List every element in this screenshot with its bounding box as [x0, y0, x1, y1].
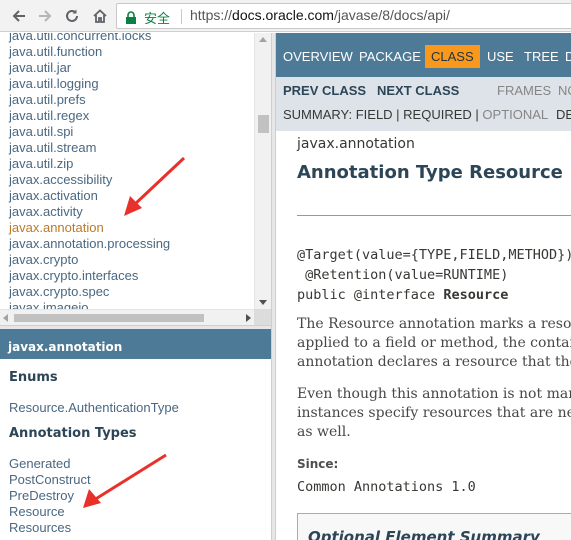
nav-package[interactable]: PACKAGE [359, 49, 421, 64]
signature-declaration: public @interface Resource [297, 285, 571, 305]
summary-required: REQUIRED [403, 107, 472, 122]
summary-line: SUMMARY: FIELD | REQUIRED | OPTIONAL [283, 107, 548, 122]
packages-vertical-scrollbar[interactable] [254, 33, 271, 309]
description-line: annotation declares a resource that the … [297, 354, 571, 370]
package-label: javax.annotation [297, 136, 415, 152]
nav-deprecated[interactable]: D [565, 49, 571, 64]
nav-overview[interactable]: OVERVIEW [283, 49, 353, 64]
since-label: Since: [297, 457, 339, 471]
page-title: Annotation Type Resource [297, 162, 563, 183]
scroll-right-icon[interactable] [246, 314, 251, 322]
url-scheme: https:// [190, 7, 233, 23]
scrollbar-thumb[interactable] [14, 314, 204, 322]
forward-arrow-icon[interactable] [34, 5, 56, 27]
since-value: Common Annotations 1.0 [297, 479, 476, 495]
package-link[interactable]: javax.activity [9, 204, 170, 220]
package-link[interactable]: java.util.logging [9, 76, 170, 92]
package-link[interactable]: java.util.concurrent.locks [9, 33, 170, 44]
package-link[interactable]: javax.crypto [9, 252, 170, 268]
lock-icon [125, 10, 137, 29]
url-text[interactable]: https://docs.oracle.com/javase/8/docs/ap… [190, 7, 450, 23]
package-link[interactable]: java.util.function [9, 44, 170, 60]
frames-link[interactable]: FRAMES [497, 83, 551, 98]
classes-frame: javax.annotation Enums Resource.Authenti… [0, 329, 271, 540]
home-icon[interactable] [89, 5, 111, 27]
optional-element-summary-title: Optional Element Summary [308, 528, 540, 540]
signature-prefix: public @interface [297, 287, 444, 303]
top-nav-bar: OVERVIEW PACKAGE CLASS USE TREE D [276, 33, 571, 77]
class-content-frame: OVERVIEW PACKAGE CLASS USE TREE D PREV C… [276, 33, 571, 540]
scrollbar-corner [254, 309, 271, 325]
annotation-type-link[interactable]: Resource [9, 504, 91, 520]
signature-retention: @Retention(value=RUNTIME) [297, 267, 509, 283]
package-link[interactable]: java.util.spi [9, 124, 170, 140]
nav-class: CLASS [425, 45, 480, 68]
security-label: 安全 [144, 12, 171, 27]
nav-use[interactable]: USE [487, 49, 514, 64]
description-line: as well. [297, 424, 351, 440]
package-link[interactable]: java.util.zip [9, 156, 170, 172]
package-link[interactable]: javax.accessibility [9, 172, 170, 188]
address-separator [181, 9, 182, 24]
scroll-down-icon[interactable] [259, 300, 267, 305]
summary-optional: OPTIONAL [482, 107, 549, 122]
description-line: The Resource annotation marks a resource… [297, 316, 571, 332]
sub-nav-bar: PREV CLASS NEXT CLASS FRAMES NO SUMMARY:… [276, 77, 571, 131]
prev-class-link[interactable]: PREV CLASS [283, 83, 366, 98]
package-link[interactable]: javax.crypto.spec [9, 284, 170, 300]
scrollbar-thumb[interactable] [258, 115, 269, 133]
package-link[interactable]: java.util.prefs [9, 92, 170, 108]
enum-list: Resource.AuthenticationType [9, 400, 179, 416]
package-list: java.util.concurrent.locks java.util.func… [9, 33, 170, 316]
package-link[interactable]: javax.crypto.interfaces [9, 268, 170, 284]
packages-frame: java.util.concurrent.locks java.util.func… [0, 33, 271, 325]
package-link[interactable]: java.util.stream [9, 140, 170, 156]
next-class-link[interactable]: NEXT CLASS [377, 83, 459, 98]
summary-separator: | [392, 107, 404, 122]
signature-target: @Target(value={TYPE,FIELD,METHOD}) [297, 247, 571, 263]
packages-horizontal-scrollbar[interactable] [0, 309, 254, 325]
package-link[interactable]: java.util.regex [9, 108, 170, 124]
description-paragraph-2: Even though this annotation is not marke… [297, 385, 571, 442]
detail-label: DE [556, 107, 571, 122]
scroll-left-icon[interactable] [3, 314, 8, 322]
annotation-signature: @Target(value={TYPE,FIELD,METHOD}) @Rete… [297, 245, 571, 305]
url-host: docs.oracle.com [232, 7, 334, 23]
optional-element-summary: Optional Element Summary [297, 513, 571, 540]
annotation-type-link[interactable]: PostConstruct [9, 472, 91, 488]
package-link[interactable]: javax.annotation.processing [9, 236, 170, 252]
description-line: Even though this annotation is not marke… [297, 386, 571, 402]
description-paragraph-1: The Resource annotation marks a resource… [297, 315, 571, 372]
enum-link[interactable]: Resource.AuthenticationType [9, 400, 179, 416]
package-link[interactable]: javax.annotation [9, 220, 170, 236]
package-heading[interactable]: javax.annotation [0, 329, 271, 359]
url-path: /javase/8/docs/api/ [333, 7, 450, 23]
description-line: applied to a field or method, the contai… [297, 335, 571, 351]
summary-prefix: SUMMARY: [283, 107, 356, 122]
annotation-type-link[interactable]: PreDestroy [9, 488, 91, 504]
scroll-up-icon[interactable] [259, 37, 267, 42]
description-line: instances specify resources that are nee… [297, 405, 571, 421]
browser-toolbar: 安全 https://docs.oracle.com/javase/8/docs… [0, 0, 571, 32]
annotation-type-link[interactable]: Resources [9, 520, 91, 536]
no-frames-link[interactable]: NO [558, 83, 571, 98]
address-bar[interactable]: 安全 https://docs.oracle.com/javase/8/docs… [116, 3, 571, 29]
nav-tree[interactable]: TREE [524, 49, 559, 64]
reload-icon[interactable] [61, 5, 83, 27]
annotation-type-link[interactable]: Generated [9, 456, 91, 472]
annotation-types-title: Annotation Types [9, 426, 137, 441]
package-link[interactable]: javax.activation [9, 188, 170, 204]
package-link[interactable]: java.util.jar [9, 60, 170, 76]
summary-field: FIELD [355, 107, 393, 122]
back-arrow-icon[interactable] [8, 5, 30, 27]
summary-separator: | [471, 107, 483, 122]
enums-title: Enums [9, 370, 58, 385]
signature-name: Resource [443, 287, 509, 303]
title-divider [297, 215, 571, 216]
annotation-type-list: Generated PostConstruct PreDestroy Resource… [9, 456, 91, 536]
